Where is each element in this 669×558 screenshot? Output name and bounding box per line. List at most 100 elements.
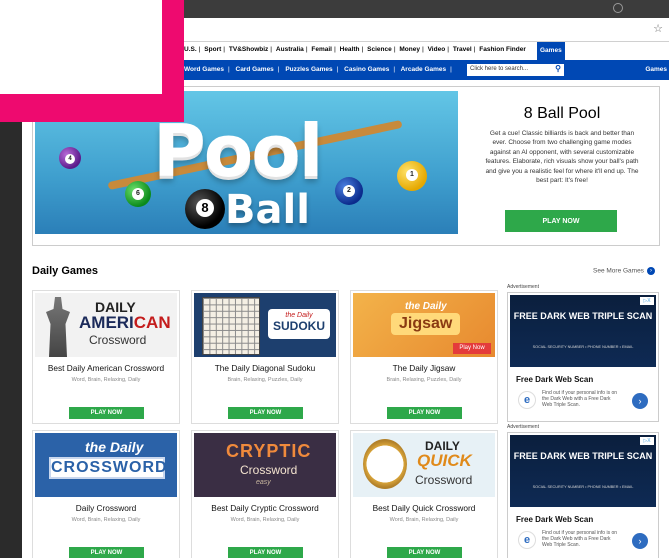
game-card[interactable]: the Daily Jigsaw Play Now The Daily Jigs…: [350, 290, 498, 424]
play-now-button[interactable]: PLAY NOW: [387, 407, 462, 419]
advertisement: Advertisement FREE DARK WEB TRIPLE SCAN …: [507, 424, 659, 558]
nav-separator: |: [305, 46, 308, 53]
game-card[interactable]: DAILY AMERICAN Crossword Best Daily Amer…: [32, 290, 180, 424]
game-card[interactable]: the Daily CROSSWORD Daily Crossword Word…: [32, 430, 180, 558]
nav-item-money[interactable]: Money: [399, 46, 420, 53]
nav-item-us[interactable]: U.S.: [184, 46, 197, 53]
statue-of-liberty-icon: [46, 297, 70, 357]
thumb-play-now-badge[interactable]: Play Now: [453, 343, 491, 354]
game-thumbnail[interactable]: DAILY AMERICAN Crossword: [35, 293, 177, 357]
subnav-casino-games[interactable]: Casino Games: [344, 66, 389, 73]
ad-copy: Find out if your personal info is on the…: [542, 390, 618, 408]
thumb-label: CROSSWORD: [49, 457, 167, 479]
play-now-button[interactable]: PLAY NOW: [387, 547, 462, 558]
ad-choices-icon[interactable]: ▷X: [640, 437, 654, 445]
advertiser-logo-icon: e: [518, 391, 536, 409]
play-now-button[interactable]: PLAY NOW: [228, 407, 303, 419]
nav-item-video[interactable]: Video: [428, 46, 446, 53]
see-more-games-link[interactable]: See More Games ›: [593, 267, 655, 275]
search-input[interactable]: Click here to search... ⚲: [467, 64, 564, 76]
subnav-puzzles-games[interactable]: Puzzles Games: [285, 66, 332, 73]
ad-headline[interactable]: Free Dark Web Scan: [516, 375, 593, 384]
arrow-right-icon[interactable]: ›: [632, 393, 648, 409]
pool-ball-icon: 2: [335, 177, 363, 205]
ad-box[interactable]: FREE DARK WEB TRIPLE SCAN SOCIAL SECURIT…: [507, 292, 659, 422]
game-tags: Brain, Relaxing, Puzzles, Daily: [227, 377, 303, 383]
play-now-button[interactable]: PLAY NOW: [228, 547, 303, 558]
nav-item-australia[interactable]: Australia: [276, 46, 304, 53]
nav-item-fashion-finder[interactable]: Fashion Finder: [479, 46, 526, 53]
circle-icon[interactable]: [613, 3, 623, 13]
subnav-games-link[interactable]: Games: [645, 66, 667, 73]
nav-item-femail[interactable]: Femail: [311, 46, 332, 53]
thumb-label: Crossword: [240, 463, 298, 477]
nav-item-tvshowbiz[interactable]: TV&Showbiz: [229, 46, 268, 53]
game-thumbnail[interactable]: the Daily SUDOKU: [194, 293, 336, 357]
game-title[interactable]: Best Daily American Crossword: [33, 363, 179, 373]
ad-banner[interactable]: FREE DARK WEB TRIPLE SCAN SOCIAL SECURIT…: [510, 435, 656, 507]
nav-separator: |: [393, 66, 396, 73]
ad-banner[interactable]: FREE DARK WEB TRIPLE SCAN SOCIAL SECURIT…: [510, 295, 656, 367]
nav-separator: |: [270, 46, 273, 53]
nav-separator: |: [277, 66, 280, 73]
pool-ball-icon: 6: [125, 181, 151, 207]
thumb-label: QUICK: [417, 451, 472, 470]
see-more-label: See More Games: [593, 267, 644, 275]
overlay-block: [0, 0, 184, 122]
nav-item-travel[interactable]: Travel: [453, 46, 472, 53]
thumb-label: the Daily: [85, 439, 144, 455]
overlay-block-inner: [0, 0, 162, 94]
ad-box[interactable]: FREE DARK WEB TRIPLE SCAN SOCIAL SECURIT…: [507, 432, 659, 558]
thumb-label-part: CAN: [133, 313, 171, 332]
ad-choices-icon[interactable]: ▷X: [640, 297, 654, 305]
game-thumbnail[interactable]: the Daily Jigsaw Play Now: [353, 293, 495, 357]
thumb-label: Crossword: [415, 473, 473, 487]
pool-ball-icon: 1: [397, 161, 427, 191]
arrow-right-icon[interactable]: ›: [632, 533, 648, 549]
subnav-card-games[interactable]: Card Games: [236, 66, 274, 73]
thumb-label: Jigsaw: [391, 313, 461, 335]
nav-item-games[interactable]: Games: [537, 42, 565, 60]
game-thumbnail[interactable]: the Daily CROSSWORD: [35, 433, 177, 497]
game-thumbnail[interactable]: CRYPTIC Crossword easy: [194, 433, 336, 497]
subnav-word-games[interactable]: Word Games: [184, 66, 224, 73]
featured-game-description: Get a cue! Classic billiards is back and…: [485, 130, 639, 185]
nav-separator: |: [227, 66, 230, 73]
play-now-button[interactable]: PLAY NOW: [69, 547, 144, 558]
nav-separator: |: [421, 46, 424, 53]
nav-separator: |: [393, 46, 396, 53]
nav-item-science[interactable]: Science: [367, 46, 392, 53]
top-nav-links: U.S. | Sport | TV&Showbiz | Australia | Fema…: [184, 46, 526, 53]
ad-label: Advertisement: [507, 284, 539, 290]
game-title[interactable]: The Daily Diagonal Sudoku: [192, 363, 338, 373]
game-tags: Word, Brain, Relaxing, Daily: [230, 517, 300, 523]
star-icon[interactable]: ☆: [653, 22, 663, 35]
featured-game-title[interactable]: 8 Ball Pool: [482, 105, 642, 123]
advertiser-logo-icon: e: [518, 531, 536, 549]
hero-image-subtitle: Ball: [225, 187, 310, 233]
nav-item-health[interactable]: Health: [340, 46, 360, 53]
game-thumbnail[interactable]: DAILY QUICK Crossword: [353, 433, 495, 497]
search-icon[interactable]: ⚲: [555, 64, 561, 73]
ball-number: 1: [406, 169, 418, 181]
game-title[interactable]: Daily Crossword: [33, 503, 179, 513]
thumb-label: easy: [256, 479, 271, 486]
game-tags: Word, Brain, Relaxing, Daily: [71, 517, 141, 523]
play-now-button[interactable]: PLAY NOW: [69, 407, 144, 419]
nav-separator: |: [473, 46, 476, 53]
game-card[interactable]: CRYPTIC Crossword easy Best Daily Crypti…: [191, 430, 339, 558]
game-title[interactable]: The Daily Jigsaw: [351, 363, 497, 373]
game-title[interactable]: Best Daily Quick Crossword: [351, 503, 497, 513]
game-tags: Word, Brain, Relaxing, Daily: [71, 377, 141, 383]
ball-number: 4: [65, 154, 75, 164]
nav-item-sport[interactable]: Sport: [204, 46, 221, 53]
ad-headline[interactable]: Free Dark Web Scan: [516, 515, 593, 524]
game-card[interactable]: the Daily SUDOKU The Daily Diagonal Sudo…: [191, 290, 339, 424]
nav-separator: |: [450, 66, 452, 73]
subnav-arcade-games[interactable]: Arcade Games: [401, 66, 447, 73]
game-title[interactable]: Best Daily Cryptic Crossword: [192, 503, 338, 513]
game-card[interactable]: DAILY QUICK Crossword Best Daily Quick C…: [350, 430, 498, 558]
featured-play-button[interactable]: PLAY NOW: [505, 210, 617, 232]
eight-ball-icon: 8: [185, 189, 225, 229]
arrow-right-icon[interactable]: ›: [646, 267, 655, 275]
